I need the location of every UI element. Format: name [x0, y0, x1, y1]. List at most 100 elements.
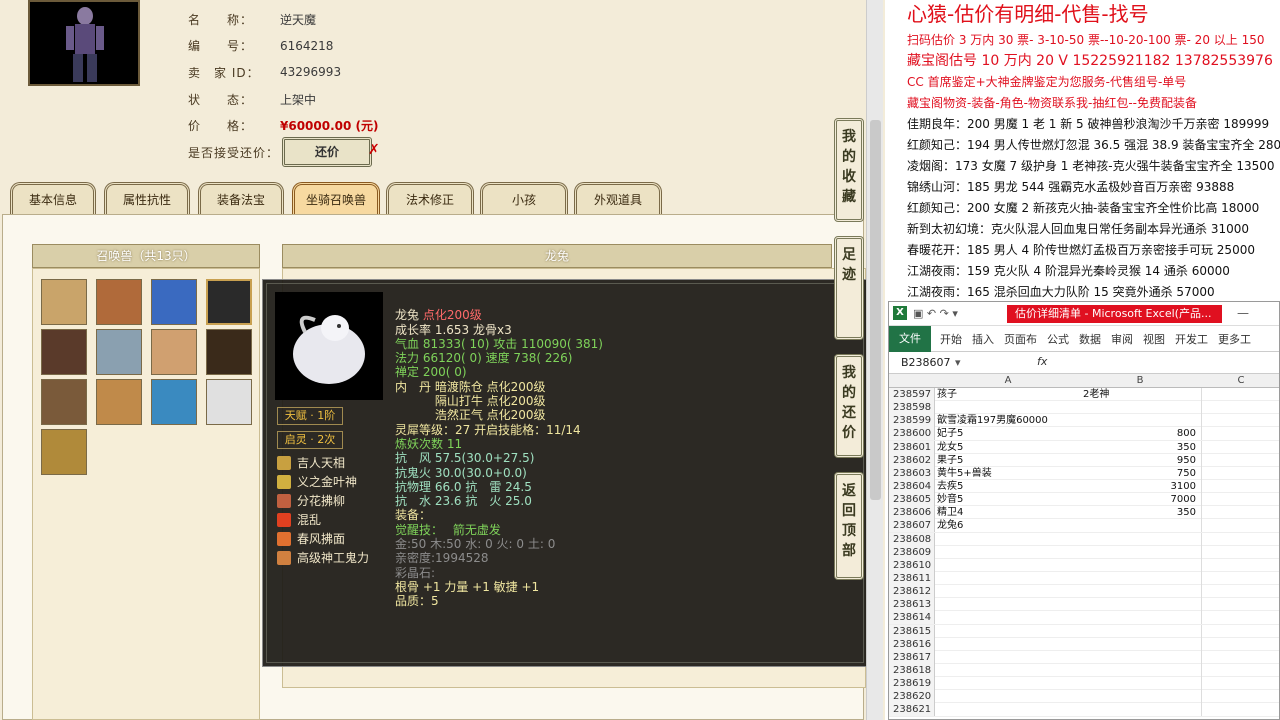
sheet-row[interactable]: 238605 妙音5 7000	[889, 493, 1279, 507]
sheet-row[interactable]: 238613	[889, 598, 1280, 612]
sheet-row[interactable]: 238608	[889, 532, 1280, 546]
ribbon-tab-insert[interactable]: 插入	[967, 331, 999, 347]
sheet-row[interactable]: 238606 精卫4 350	[889, 506, 1280, 520]
cell-c[interactable]	[1201, 637, 1280, 651]
sheet-row[interactable]: 238614	[889, 611, 1280, 625]
cell-a[interactable]: 龙兔6	[937, 519, 1079, 532]
cell-b[interactable]: 800	[1081, 427, 1199, 440]
pet-slot[interactable]	[96, 329, 142, 375]
row-number[interactable]: 238619	[889, 677, 935, 691]
cell-b[interactable]: 350	[1081, 506, 1199, 519]
cell-a[interactable]: 孩子	[937, 388, 1079, 401]
cell-c[interactable]	[1201, 466, 1280, 480]
row-number[interactable]: 238602	[889, 453, 935, 467]
cell-b[interactable]: 2老神	[1081, 388, 1199, 401]
sheet-row[interactable]: 238610	[889, 558, 1279, 572]
cell-b[interactable]: 7000	[1081, 493, 1199, 506]
cell-c[interactable]	[1201, 663, 1280, 677]
row-number[interactable]: 238607	[889, 519, 935, 533]
bargain-button[interactable]: 还价	[282, 137, 372, 167]
sheet-row[interactable]: 238615	[889, 624, 1280, 638]
ribbon-tab-data[interactable]: 数据	[1074, 331, 1106, 347]
pet-slot[interactable]	[206, 329, 252, 375]
cell-b[interactable]: 950	[1081, 454, 1199, 467]
page-scrollbar[interactable]	[866, 0, 883, 720]
tab-basic-info[interactable]: 基本信息	[10, 182, 96, 216]
cell-c[interactable]	[1201, 545, 1280, 559]
sheet-row[interactable]: 238600 妃子5 800	[889, 427, 1280, 441]
cell-c[interactable]	[1201, 453, 1280, 467]
my-bargains-button[interactable]: 我的还价	[834, 354, 864, 458]
row-number[interactable]: 238620	[889, 690, 935, 704]
my-favorites-button[interactable]: 我的收藏	[834, 118, 864, 222]
pet-slot[interactable]	[41, 429, 87, 475]
fx-icon[interactable]: fx	[1037, 355, 1047, 368]
cell-c[interactable]	[1201, 532, 1280, 546]
cell-c[interactable]	[1201, 598, 1280, 612]
pet-slot[interactable]	[96, 379, 142, 425]
cell-c[interactable]	[1201, 571, 1280, 585]
ribbon-tab-formulas[interactable]: 公式	[1042, 331, 1074, 347]
sheet-row[interactable]: 238604 去疾5 3100	[889, 479, 1280, 494]
tab-spell-correction[interactable]: 法术修正	[386, 182, 474, 216]
row-number[interactable]: 238609	[889, 545, 935, 559]
file-tab[interactable]: 文件	[889, 325, 931, 352]
cell-a[interactable]: 妙音5	[937, 493, 1079, 506]
footprint-button[interactable]: 足迹	[834, 236, 864, 340]
column-header-a[interactable]: A	[937, 375, 1079, 386]
cell-a[interactable]: 龙女5	[937, 441, 1079, 454]
row-number[interactable]: 238615	[889, 624, 935, 638]
tab-children[interactable]: 小孩	[480, 182, 568, 216]
row-number[interactable]: 238616	[889, 637, 935, 651]
cell-c[interactable]	[1201, 427, 1280, 441]
name-box[interactable]: B238607	[901, 355, 981, 371]
sheet-row[interactable]: 238619	[889, 677, 1280, 691]
sheet-row[interactable]: 238618	[889, 663, 1280, 678]
row-number[interactable]: 238599	[889, 414, 935, 428]
row-number[interactable]: 238611	[889, 571, 935, 585]
cell-c[interactable]	[1201, 690, 1280, 704]
cell-a[interactable]: 妃子5	[937, 427, 1079, 440]
pet-slot[interactable]	[151, 279, 197, 325]
row-number[interactable]: 238621	[889, 703, 935, 717]
cell-c[interactable]	[1201, 624, 1280, 638]
cell-c[interactable]	[1201, 388, 1280, 401]
cell-a[interactable]: 果子5	[937, 454, 1079, 467]
pet-slot-selected[interactable]	[206, 279, 252, 325]
quick-access-icons[interactable]: ▣ ↶ ↷ ▾	[913, 307, 958, 320]
pet-slot[interactable]	[41, 329, 87, 375]
row-number[interactable]: 238613	[889, 598, 935, 612]
row-number[interactable]: 238605	[889, 493, 935, 507]
sheet-row[interactable]: 238616	[889, 637, 1280, 651]
row-number[interactable]: 238608	[889, 532, 935, 546]
tab-equipment[interactable]: 装备法宝	[198, 182, 284, 216]
row-number[interactable]: 238603	[889, 466, 935, 480]
cell-c[interactable]	[1201, 611, 1280, 625]
cell-c[interactable]	[1201, 414, 1280, 428]
row-number[interactable]: 238618	[889, 663, 935, 677]
row-number[interactable]: 238617	[889, 650, 935, 664]
cell-c[interactable]	[1201, 677, 1280, 691]
pet-slot[interactable]	[151, 329, 197, 375]
sheet-row[interactable]: 238601 龙女5 350	[889, 440, 1280, 454]
pet-slot[interactable]	[41, 279, 87, 325]
row-number[interactable]: 238598	[889, 401, 935, 415]
row-number[interactable]: 238612	[889, 585, 935, 599]
sheet-row[interactable]: 238609	[889, 545, 1280, 559]
column-header-c[interactable]: C	[1201, 375, 1280, 386]
cell-c[interactable]	[1201, 506, 1280, 520]
ribbon-tab-home[interactable]: 开始	[935, 331, 967, 347]
pet-slot[interactable]	[151, 379, 197, 425]
minimize-icon[interactable]: —	[1237, 306, 1249, 320]
sheet-row[interactable]: 238607 龙兔6	[889, 519, 1279, 533]
cell-b[interactable]: 350	[1081, 441, 1199, 454]
pet-slot[interactable]	[206, 379, 252, 425]
ribbon-tab-developer[interactable]: 开发工	[1170, 331, 1213, 347]
sheet-row[interactable]: 238598	[889, 401, 1279, 415]
sheet-row[interactable]: 238603 黄牛5+兽装 750	[889, 466, 1280, 480]
cell-c[interactable]	[1201, 440, 1280, 454]
tab-attributes[interactable]: 属性抗性	[104, 182, 190, 216]
cell-c[interactable]	[1201, 479, 1280, 493]
cell-c[interactable]	[1201, 650, 1280, 664]
pet-slot[interactable]	[96, 279, 142, 325]
